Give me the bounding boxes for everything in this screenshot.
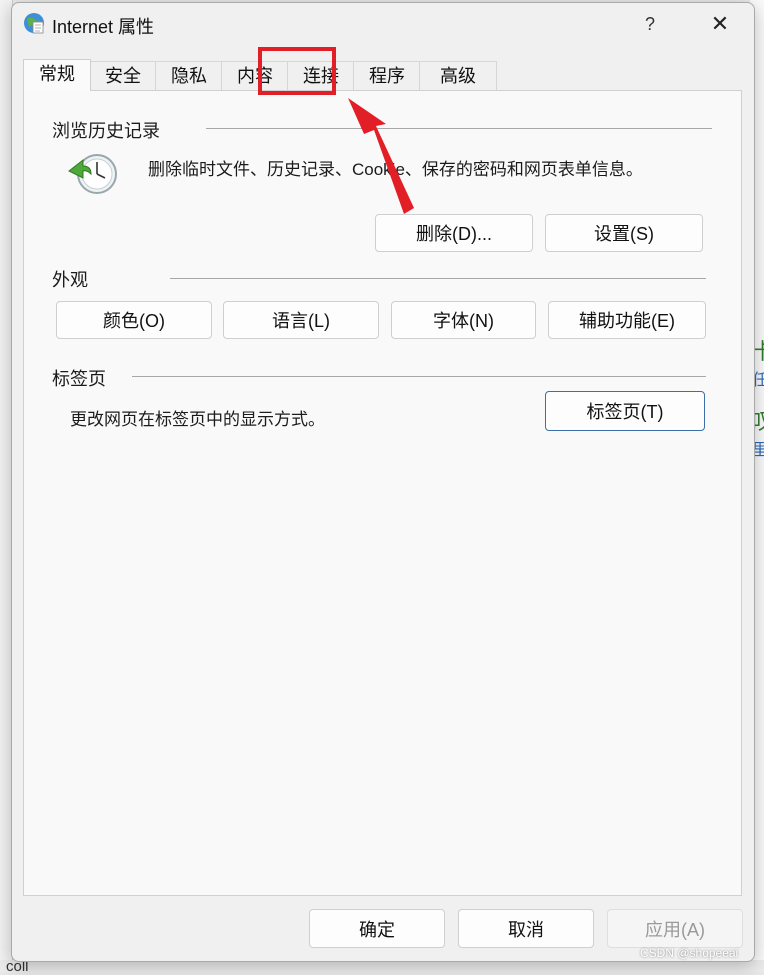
close-icon: ✕ bbox=[710, 11, 730, 36]
tabs-settings-button[interactable]: 标签页(T) bbox=[545, 391, 705, 431]
ok-button[interactable]: 确定 bbox=[309, 909, 445, 948]
group-divider bbox=[170, 278, 706, 279]
tab-programs[interactable]: 程序 bbox=[353, 61, 421, 90]
history-description: 删除临时文件、历史记录、Cookie、保存的密码和网页表单信息。 bbox=[148, 160, 643, 179]
tab-advanced[interactable]: 高级 bbox=[419, 61, 497, 90]
help-button[interactable]: ? bbox=[628, 7, 672, 41]
accessibility-button[interactable]: 辅助功能(E) bbox=[548, 301, 706, 339]
connections-tab-highlight bbox=[258, 47, 336, 95]
group-divider bbox=[206, 128, 712, 129]
history-settings-button[interactable]: 设置(S) bbox=[545, 214, 703, 252]
history-clock-icon bbox=[68, 154, 117, 194]
watermark: CSDN @shopeeai bbox=[640, 946, 739, 960]
apply-button[interactable]: 应用(A) bbox=[607, 909, 743, 948]
fonts-button[interactable]: 字体(N) bbox=[391, 301, 536, 339]
group-divider bbox=[132, 376, 706, 377]
tab-security[interactable]: 安全 bbox=[89, 61, 157, 90]
internet-options-dialog: Internet 属性 ? ✕ 常规 安全 隐私 内容 连接 程序 高级 浏览历… bbox=[11, 2, 755, 962]
tabs-group-label: 标签页 bbox=[52, 369, 106, 389]
cancel-button[interactable]: 取消 bbox=[458, 909, 594, 948]
general-tab-panel: 浏览历史记录 删除临时文件、历史记录、Cookie、保存的密码和网页表单信息。 … bbox=[23, 90, 742, 896]
browsing-history-group-label: 浏览历史记录 bbox=[52, 121, 160, 141]
colors-button[interactable]: 颜色(O) bbox=[56, 301, 212, 339]
window-title: Internet 属性 bbox=[52, 17, 155, 37]
tabs-description: 更改网页在标签页中的显示方式。 bbox=[70, 410, 325, 429]
globe-icon bbox=[24, 13, 44, 34]
title-bar[interactable]: Internet 属性 ? ✕ bbox=[12, 3, 754, 45]
delete-history-button[interactable]: 删除(D)... bbox=[375, 214, 533, 252]
languages-button[interactable]: 语言(L) bbox=[223, 301, 379, 339]
tab-general[interactable]: 常规 bbox=[23, 59, 91, 91]
appearance-group-label: 外观 bbox=[52, 270, 88, 290]
close-button[interactable]: ✕ bbox=[698, 7, 742, 41]
tab-privacy[interactable]: 隐私 bbox=[155, 61, 223, 90]
